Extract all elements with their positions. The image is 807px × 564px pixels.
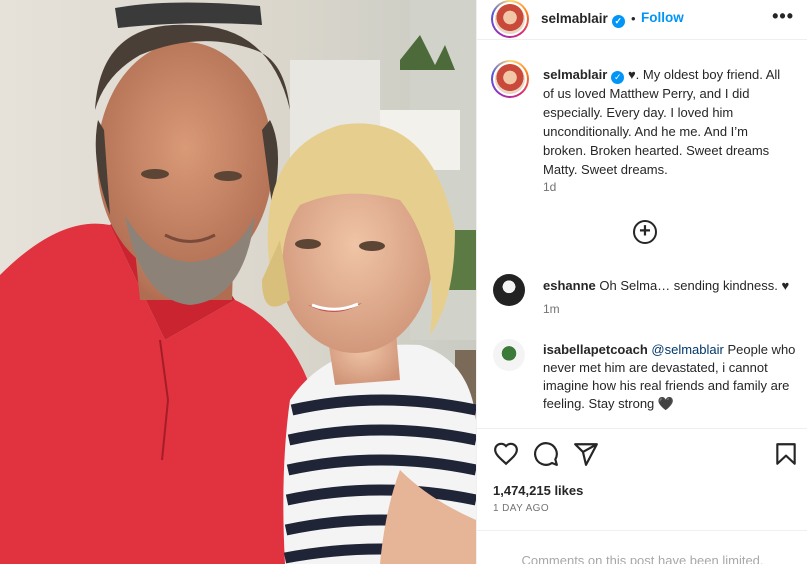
- follow-button[interactable]: Follow: [641, 10, 684, 25]
- comment-avatar[interactable]: [493, 274, 525, 306]
- comment-avatar[interactable]: [493, 339, 525, 371]
- caption-timestamp[interactable]: 1d: [543, 180, 556, 194]
- comment-username[interactable]: isabellapetcoach: [543, 342, 648, 357]
- author-avatar[interactable]: [491, 0, 529, 38]
- post-header: selmablair ✓ • Follow •••: [477, 0, 807, 40]
- post-image: [0, 0, 476, 564]
- caption-author-avatar[interactable]: [491, 60, 529, 98]
- comment-timestamp[interactable]: 1m: [543, 302, 560, 316]
- comment-icon[interactable]: [533, 441, 559, 467]
- author-username[interactable]: selmablair: [541, 11, 608, 26]
- post-details-panel: selmablair ✓ • Follow ••• selmablair ✓ ♥. …: [476, 0, 807, 564]
- comment-mention[interactable]: @selmablair: [651, 342, 723, 357]
- bookmark-icon[interactable]: [773, 441, 799, 467]
- comment-text: isabellapetcoach @selmablair People who …: [543, 341, 801, 413]
- post-date[interactable]: 1 DAY AGO: [493, 503, 549, 514]
- plus-circle-icon[interactable]: +: [633, 220, 657, 244]
- action-bar: [477, 428, 807, 478]
- likes-count[interactable]: 1,474,215 likes: [493, 483, 583, 498]
- caption-text: selmablair ✓ ♥. My oldest boy friend. All…: [543, 65, 793, 179]
- comments-limited-notice: Comments on this post have been limited.: [477, 530, 807, 564]
- post-photo: [0, 0, 476, 564]
- separator-dot: •: [631, 11, 636, 26]
- verified-badge-icon: ✓: [611, 71, 625, 84]
- verified-badge-icon: ✓: [611, 15, 625, 28]
- caption-username[interactable]: selmablair: [543, 67, 607, 82]
- comment-username[interactable]: eshanne: [543, 278, 596, 293]
- heart-icon[interactable]: [493, 441, 519, 467]
- comment-text: eshanne Oh Selma… sending kindness. ♥: [543, 277, 801, 295]
- comment-body: Oh Selma… sending kindness. ♥: [599, 278, 790, 293]
- author-username-header[interactable]: selmablair ✓: [541, 11, 625, 28]
- caption-body: ♥. My oldest boy friend. All of us loved…: [543, 67, 781, 177]
- more-options-icon[interactable]: •••: [772, 6, 794, 27]
- paper-plane-icon[interactable]: [573, 441, 599, 467]
